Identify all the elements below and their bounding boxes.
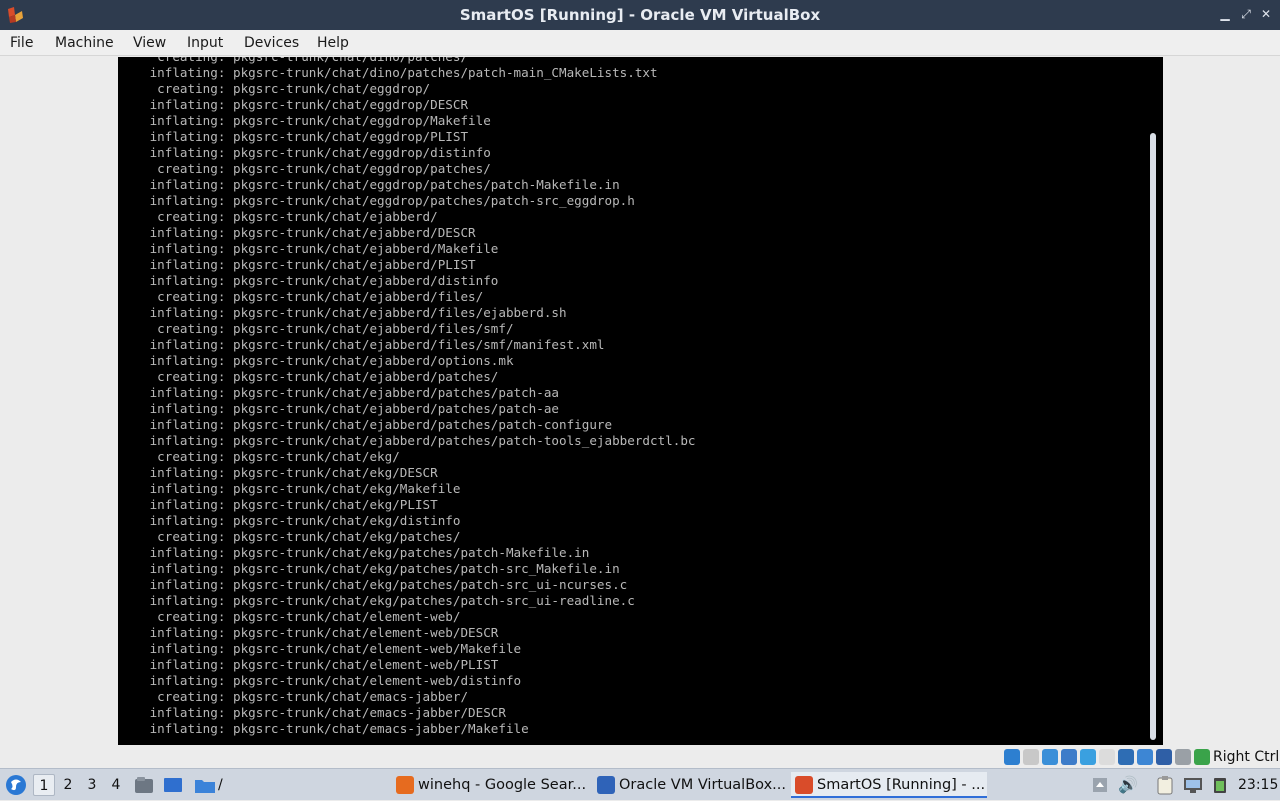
console-line: creating: pkgsrc-trunk/chat/eggdrop/patc… (142, 161, 491, 176)
console-line: inflating: pkgsrc-trunk/chat/ekg/patches… (142, 545, 590, 560)
console-line: inflating: pkgsrc-trunk/chat/ekg/patches… (142, 561, 620, 576)
console-line: inflating: pkgsrc-trunk/chat/ekg/Makefil… (142, 481, 461, 496)
start-menu-icon[interactable] (5, 774, 27, 796)
console-line: creating: pkgsrc-trunk/chat/eggdrop/ (142, 81, 431, 96)
console-line: inflating: pkgsrc-trunk/chat/ejabberd/fi… (142, 337, 605, 352)
vm-display-area: creating: pkgsrc-trunk/chat/dino/patches… (0, 57, 1280, 747)
console-line: inflating: pkgsrc-trunk/chat/eggdrop/PLI… (142, 129, 469, 144)
network-tray-icon[interactable] (1183, 776, 1203, 794)
shared-folders-icon[interactable] (1099, 749, 1115, 765)
vm-console-screen[interactable]: creating: pkgsrc-trunk/chat/dino/patches… (118, 57, 1163, 745)
menu-file[interactable]: File (6, 30, 37, 56)
console-line: inflating: pkgsrc-trunk/chat/ekg/patches… (142, 593, 635, 608)
hard-disk-icon[interactable] (1004, 749, 1020, 765)
firefox-icon (396, 776, 414, 794)
console-line: inflating: pkgsrc-trunk/chat/emacs-jabbe… (142, 721, 529, 736)
console-line: creating: pkgsrc-trunk/chat/ejabberd/fil… (142, 321, 514, 336)
console-line: inflating: pkgsrc-trunk/chat/ejabberd/Ma… (142, 241, 499, 256)
console-line: inflating: pkgsrc-trunk/chat/ejabberd/pa… (142, 385, 560, 400)
console-line: inflating: pkgsrc-trunk/chat/ejabberd/pa… (142, 417, 613, 432)
console-line: creating: pkgsrc-trunk/chat/dino/patches… (142, 57, 696, 65)
menu-input[interactable]: Input (183, 30, 227, 56)
optical-drive-icon[interactable] (1023, 749, 1039, 765)
taskbar-task[interactable]: winehq - Google Sear... (392, 772, 586, 798)
network-icon[interactable] (1061, 749, 1077, 765)
menu-devices[interactable]: Devices (240, 30, 303, 56)
vm-status-bar: Right Ctrl (0, 747, 1280, 768)
console-line: creating: pkgsrc-trunk/chat/ejabberd/fil… (142, 289, 484, 304)
volume-icon[interactable]: 🔊 (1118, 769, 1138, 801)
workspace-1[interactable]: 1 (33, 774, 55, 796)
recording-icon[interactable] (1137, 749, 1153, 765)
console-line: inflating: pkgsrc-trunk/chat/eggdrop/dis… (142, 145, 491, 160)
maximize-button[interactable]: ⤢ (1238, 6, 1254, 22)
console-line: inflating: pkgsrc-trunk/chat/ejabberd/di… (142, 273, 499, 288)
console-line: inflating: pkgsrc-trunk/chat/eggdrop/pat… (142, 177, 620, 192)
virtualbox-vm-icon (795, 776, 813, 794)
console-line: inflating: pkgsrc-trunk/chat/element-web… (142, 641, 522, 656)
audio-icon[interactable] (1042, 749, 1058, 765)
usb-icon[interactable] (1080, 749, 1096, 765)
minimize-button[interactable]: ▁ (1217, 6, 1233, 22)
console-line: creating: pkgsrc-trunk/chat/ejabberd/pat… (142, 369, 499, 384)
console-line: inflating: pkgsrc-trunk/chat/dino/patche… (142, 65, 658, 80)
console-line: inflating: pkgsrc-trunk/chat/ejabberd/fi… (142, 305, 567, 320)
console-line: inflating: pkgsrc-trunk/chat/element-web… (142, 673, 522, 688)
taskbar-task-label: SmartOS [Running] - ... (817, 777, 986, 793)
battery-icon[interactable] (1211, 776, 1229, 794)
console-line: inflating: pkgsrc-trunk/chat/eggdrop/DES… (142, 97, 469, 112)
menu-machine[interactable]: Machine (51, 30, 118, 56)
console-scrollbar[interactable] (1150, 133, 1156, 740)
workspace-3[interactable]: 3 (81, 774, 103, 796)
menu-help[interactable]: Help (313, 30, 353, 56)
host-key-label: Right Ctrl (1213, 749, 1280, 765)
console-line: inflating: pkgsrc-trunk/chat/ejabberd/op… (142, 353, 514, 368)
console-line: inflating: pkgsrc-trunk/chat/ekg/DESCR (142, 465, 438, 480)
taskbar-task-label: winehq - Google Sear... (418, 777, 586, 793)
console-line: inflating: pkgsrc-trunk/chat/element-web… (142, 625, 499, 640)
window-titlebar[interactable]: SmartOS [Running] - Oracle VM VirtualBox… (0, 0, 1280, 30)
console-line: inflating: pkgsrc-trunk/chat/emacs-jabbe… (142, 705, 506, 720)
console-line: inflating: pkgsrc-trunk/chat/ejabberd/pa… (142, 401, 560, 416)
console-line: creating: pkgsrc-trunk/chat/ekg/ (142, 449, 400, 464)
console-line: creating: pkgsrc-trunk/chat/ekg/patches/ (142, 529, 461, 544)
clipboard-icon[interactable] (1156, 775, 1174, 795)
file-manager-icon[interactable] (134, 776, 154, 794)
taskbar-task-label: Oracle VM VirtualBox... (619, 777, 786, 793)
clock[interactable]: 23:15 (1238, 769, 1278, 801)
close-button[interactable]: ✕ (1258, 6, 1274, 22)
console-line: inflating: pkgsrc-trunk/chat/ekg/distinf… (142, 513, 461, 528)
console-line: inflating: pkgsrc-trunk/chat/eggdrop/Mak… (142, 113, 491, 128)
virtualbox-manager-icon (597, 776, 615, 794)
mouse-integration-icon[interactable] (1175, 749, 1191, 765)
folder-path-label[interactable]: / (218, 769, 223, 801)
tray-expand-icon[interactable] (1092, 777, 1108, 793)
console-line: creating: pkgsrc-trunk/chat/emacs-jabber… (142, 689, 469, 704)
workspace-4[interactable]: 4 (105, 774, 127, 796)
console-line: creating: pkgsrc-trunk/chat/element-web/ (142, 609, 461, 624)
taskbar-task[interactable]: SmartOS [Running] - ... (791, 772, 987, 798)
console-line: inflating: pkgsrc-trunk/chat/ejabberd/DE… (142, 225, 476, 240)
menu-bar: File Machine View Input Devices Help (0, 30, 1280, 56)
console-line: inflating: pkgsrc-trunk/chat/ekg/patches… (142, 577, 628, 592)
desktop-taskbar: 1 2 3 4 / winehq - Google Sear... Oracle … (0, 768, 1280, 800)
console-output: creating: pkgsrc-trunk/chat/dino/patches… (142, 57, 696, 737)
desktop-icon[interactable] (163, 776, 183, 794)
console-line: inflating: pkgsrc-trunk/chat/ekg/PLIST (142, 497, 438, 512)
console-line: inflating: pkgsrc-trunk/chat/eggdrop/pat… (142, 193, 635, 208)
keyboard-capture-icon[interactable] (1194, 749, 1210, 765)
console-line: inflating: pkgsrc-trunk/chat/element-web… (142, 657, 499, 672)
console-line: inflating: pkgsrc-trunk/chat/ejabberd/PL… (142, 257, 476, 272)
virtualization-icon[interactable] (1156, 749, 1172, 765)
console-line: creating: pkgsrc-trunk/chat/ejabberd/ (142, 209, 438, 224)
display-icon[interactable] (1118, 749, 1134, 765)
menu-view[interactable]: View (129, 30, 170, 56)
folder-icon[interactable] (194, 776, 216, 794)
workspace-2[interactable]: 2 (57, 774, 79, 796)
taskbar-task[interactable]: Oracle VM VirtualBox... (593, 772, 787, 798)
window-title: SmartOS [Running] - Oracle VM VirtualBox (459, 6, 821, 24)
console-line: inflating: pkgsrc-trunk/chat/ejabberd/pa… (142, 433, 696, 448)
